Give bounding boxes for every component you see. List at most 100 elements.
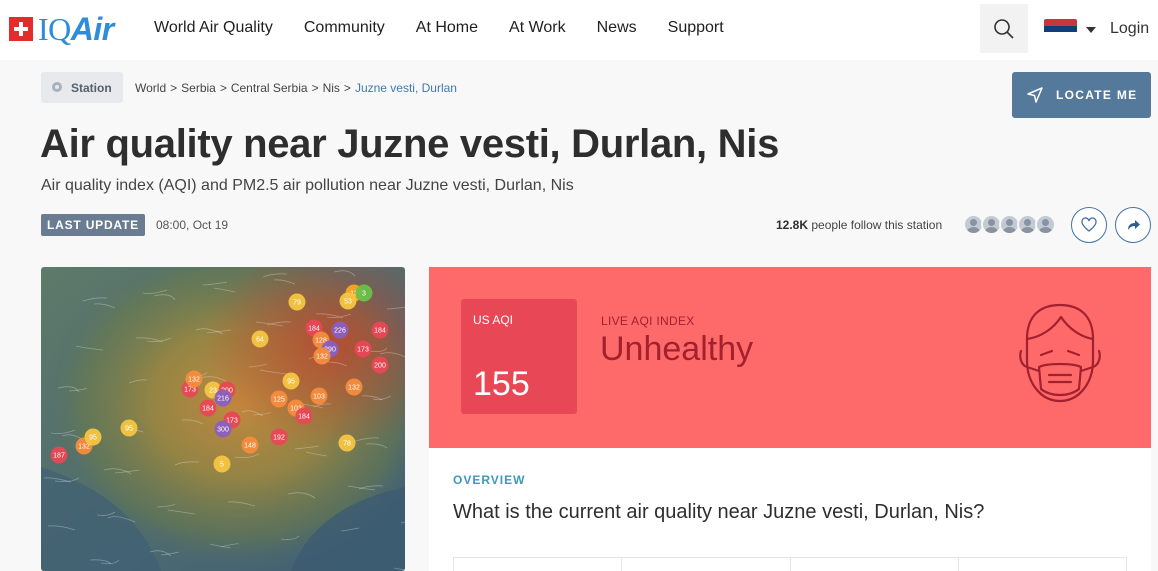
map-marker-value: 95 <box>287 379 295 386</box>
chevron-down-icon[interactable] <box>1086 27 1096 33</box>
map-marker[interactable]: 184 <box>295 407 313 425</box>
map-marker[interactable]: 184 <box>371 321 389 339</box>
map-marker[interactable]: 95 <box>84 428 102 446</box>
overview-table-cell <box>622 558 791 571</box>
share-icon <box>1128 220 1140 230</box>
map-marker-value: 148 <box>244 443 256 450</box>
breadcrumb-separator: > <box>311 81 319 95</box>
nav-link-news[interactable]: News <box>597 19 637 37</box>
breadcrumb-item-nis[interactable]: Nis <box>323 81 340 95</box>
breadcrumb-item-world[interactable]: World <box>135 81 166 95</box>
map-marker-value: 103 <box>313 394 325 401</box>
main-content: Station World > Serbia > Central Serbia > Nis >… <box>0 60 1158 571</box>
nav-link-community[interactable]: Community <box>304 19 385 37</box>
face-mask-icon <box>1019 303 1101 403</box>
heart-icon <box>1081 217 1097 232</box>
nav-link-at-work[interactable]: At Work <box>509 19 566 37</box>
map-marker-value: 5 <box>220 462 224 469</box>
map-marker[interactable]: 216 <box>214 389 232 407</box>
top-navbar: IQAir World Air Quality Community At Hom… <box>0 0 1158 60</box>
last-update-time: 08:00, Oct 19 <box>156 218 229 232</box>
serbia-flag-icon[interactable] <box>1044 19 1077 39</box>
map-marker[interactable]: 300 <box>214 420 232 438</box>
map-marker[interactable]: 5 <box>213 455 231 473</box>
overview-table-cell <box>791 558 959 571</box>
map-marker-value: 184 <box>374 328 386 335</box>
map-marker[interactable]: 173 <box>354 340 372 358</box>
map-marker[interactable]: 148 <box>241 436 259 454</box>
map-marker-value: 95 <box>89 435 97 442</box>
map-marker[interactable]: 187 <box>50 446 68 464</box>
map-marker-value: 187 <box>53 453 65 460</box>
overview-table-cell <box>959 558 1126 571</box>
map-marker-value: 192 <box>273 435 285 442</box>
location-pin-icon <box>52 81 62 92</box>
map-marker[interactable]: 132 <box>345 378 363 396</box>
aqi-value-box: US AQI 155 <box>461 299 577 414</box>
map-marker-value: 125 <box>273 397 285 404</box>
map-marker[interactable]: 3 <box>355 284 373 302</box>
map-marker-value: 184 <box>202 406 214 413</box>
station-chip-label: Station <box>71 80 112 95</box>
breadcrumb-separator: > <box>219 81 227 95</box>
navigation-arrow-icon <box>1027 87 1043 103</box>
station-chip: Station <box>41 72 123 103</box>
swiss-flag-icon <box>9 17 33 41</box>
map-marker[interactable]: 132 <box>313 347 331 365</box>
iqair-logo[interactable]: IQAir <box>9 13 114 45</box>
follower-avatars <box>963 214 1056 235</box>
aqi-value: 155 <box>473 365 530 403</box>
map-marker[interactable]: 103 <box>310 387 328 405</box>
locate-me-button[interactable]: LOCATE ME <box>1012 72 1151 118</box>
map-marker[interactable]: 64 <box>251 330 269 348</box>
aqi-label: US AQI <box>473 313 514 327</box>
map-marker-value: 95 <box>125 426 133 433</box>
map-marker[interactable]: 79 <box>288 293 306 311</box>
map-marker-value: 64 <box>256 337 264 344</box>
breadcrumb: World > Serbia > Central Serbia > Nis > Juzne ve… <box>135 81 457 95</box>
avatar <box>1035 214 1056 235</box>
map-marker-value: 132 <box>188 377 200 384</box>
map-marker[interactable]: 78 <box>338 434 356 452</box>
map-marker-value: 3 <box>362 291 366 298</box>
breadcrumb-item-central-serbia[interactable]: Central Serbia <box>231 81 308 95</box>
nav-links: World Air Quality Community At Home At W… <box>154 19 755 37</box>
map-marker[interactable]: 192 <box>270 428 288 446</box>
map-marker[interactable]: 132 <box>185 370 203 388</box>
map-marker-value: 184 <box>308 326 320 333</box>
map-marker-value: 132 <box>348 385 360 392</box>
nav-link-world-air-quality[interactable]: World Air Quality <box>154 19 273 37</box>
map-marker[interactable]: 184 <box>199 399 217 417</box>
map-marker-value: 132 <box>316 354 328 361</box>
map-marker[interactable]: 95 <box>120 419 138 437</box>
breadcrumb-separator: > <box>170 81 178 95</box>
search-icon <box>994 18 1014 39</box>
followers-label: people follow this station <box>811 218 943 232</box>
share-button[interactable] <box>1115 207 1151 243</box>
aqi-card: US AQI 155 LIVE AQI INDEX Unhealthy <box>429 267 1151 448</box>
map-marker-value: 23 <box>209 388 217 395</box>
followers-text: 12.8K people follow this station <box>776 218 942 232</box>
map-marker-value: 78 <box>343 441 351 448</box>
breadcrumb-separator: > <box>343 81 351 95</box>
locate-me-label: LOCATE ME <box>1056 88 1138 102</box>
overview-table <box>453 557 1127 571</box>
map-marker-value: 173 <box>184 387 196 394</box>
nav-link-at-home[interactable]: At Home <box>416 19 478 37</box>
search-button[interactable] <box>980 4 1028 53</box>
map-marker[interactable]: 200 <box>371 356 389 374</box>
breadcrumb-item-serbia[interactable]: Serbia <box>181 81 216 95</box>
air-quality-map[interactable]: 13 3 79 53 184 226 184 64 128 290 132 173 200 132 173 2… <box>41 267 405 571</box>
follow-button[interactable] <box>1071 207 1107 243</box>
overview-question: What is the current air quality near Juz… <box>453 501 985 523</box>
map-marker-value: 79 <box>293 300 301 307</box>
map-marker[interactable]: 125 <box>270 390 288 408</box>
map-marker-value: 132 <box>78 444 90 451</box>
map-marker[interactable]: 53 <box>339 292 357 310</box>
map-marker[interactable]: 95 <box>282 372 300 390</box>
nav-link-support[interactable]: Support <box>668 19 724 37</box>
map-marker-value: 184 <box>298 414 310 421</box>
map-marker[interactable]: 226 <box>331 321 349 339</box>
login-link[interactable]: Login <box>1110 20 1149 38</box>
overview-table-cell <box>454 558 623 571</box>
